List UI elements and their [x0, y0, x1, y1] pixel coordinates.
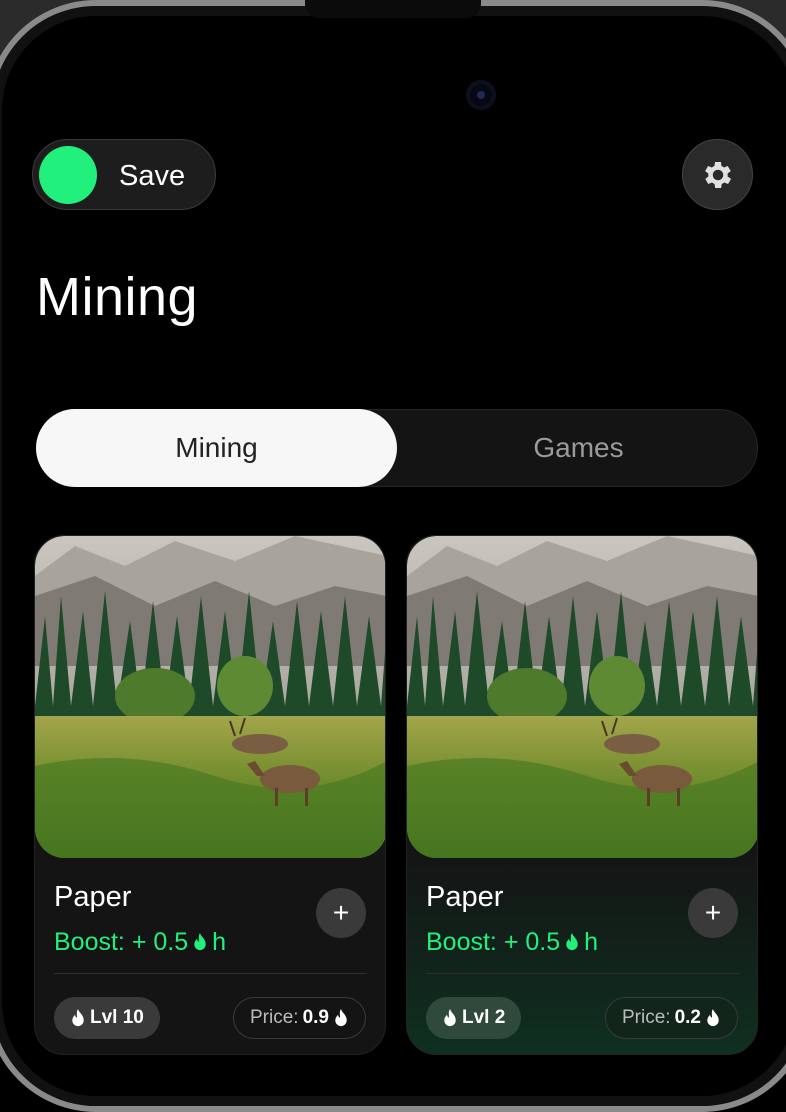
price-badge: Price: 0.2 [605, 997, 738, 1039]
boost-rate: Boost: + 0.5 h [426, 928, 598, 957]
level-text: Lvl 2 [462, 1007, 506, 1028]
top-notch [305, 0, 481, 18]
boost-unit: h [584, 928, 599, 956]
gear-icon [704, 161, 731, 188]
boost-text: Boost: + 0.5 [54, 928, 189, 956]
card-title: Paper [426, 881, 504, 913]
flame-icon [335, 1008, 347, 1026]
add-button[interactable]: + [688, 888, 738, 938]
divider [426, 973, 739, 974]
tab-bar: Mining Games [36, 409, 758, 487]
boost-text: Boost: + 0.5 [426, 928, 561, 956]
price-value: 0.2 [674, 1007, 701, 1028]
tab-games[interactable]: Games [398, 409, 759, 487]
flame-icon [566, 933, 578, 951]
flame-icon [707, 1008, 719, 1026]
save-toggle[interactable]: Save [32, 139, 216, 210]
price-label: Price: [250, 1007, 299, 1028]
boost-unit: h [212, 928, 227, 956]
settings-button[interactable] [682, 139, 753, 210]
divider [54, 973, 367, 974]
front-camera [466, 80, 496, 110]
price-value: 0.9 [302, 1007, 329, 1028]
price-label: Price: [622, 1007, 671, 1028]
add-button[interactable]: + [316, 888, 366, 938]
flame-icon [194, 933, 206, 951]
card-title: Paper [54, 881, 132, 913]
mining-card[interactable]: Paper Boost: + 0.5 h + Lvl 2 Price: 0.2 [406, 535, 758, 1055]
level-text: Lvl 10 [90, 1007, 144, 1028]
tab-mining[interactable]: Mining [36, 409, 397, 487]
flame-icon [72, 1008, 84, 1026]
card-image-forest-meadow [407, 536, 757, 858]
card-image-forest-meadow [35, 536, 385, 858]
boost-rate: Boost: + 0.5 h [54, 928, 226, 957]
level-badge: Lvl 10 [54, 997, 160, 1039]
price-badge: Price: 0.9 [233, 997, 366, 1039]
mining-card[interactable]: Paper Boost: + 0.5 h + Lvl 10 Price: 0.9 [34, 535, 386, 1055]
flame-icon [444, 1008, 456, 1026]
toggle-knob [39, 146, 97, 204]
page-title: Mining [36, 267, 199, 327]
save-label: Save [119, 160, 186, 192]
level-badge: Lvl 2 [426, 997, 522, 1039]
